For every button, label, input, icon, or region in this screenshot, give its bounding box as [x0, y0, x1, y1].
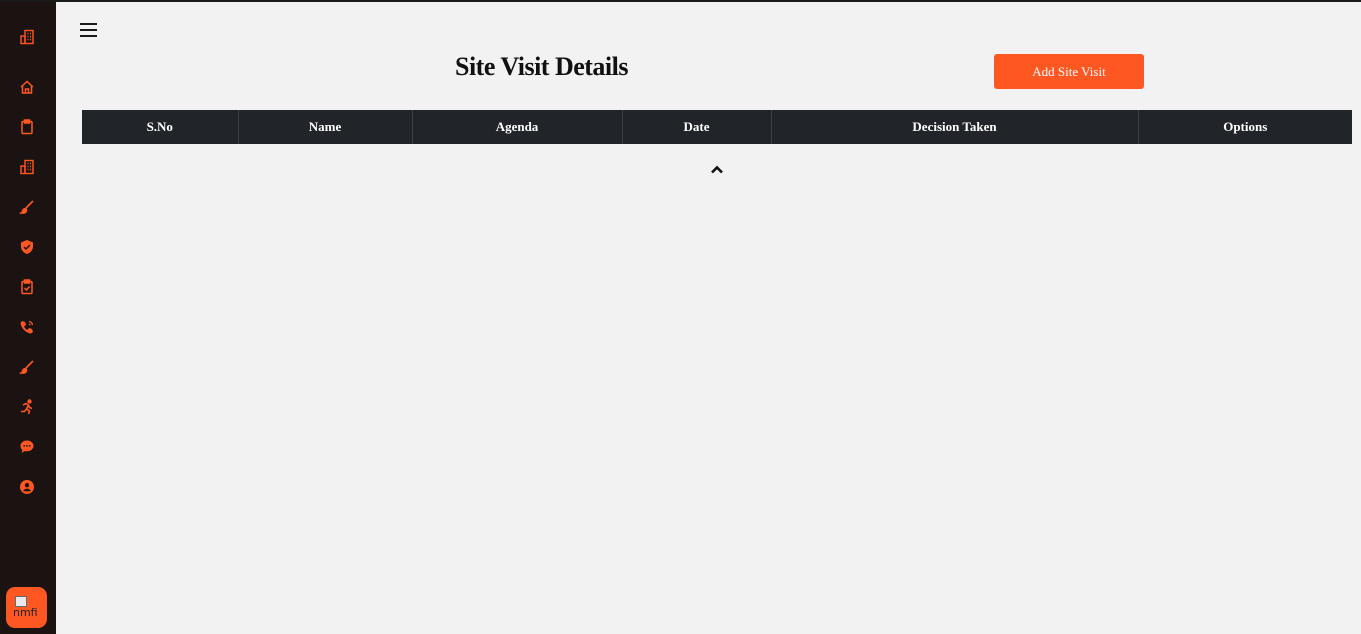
phone-icon[interactable] [18, 318, 36, 336]
shield-check-icon[interactable] [18, 238, 36, 256]
brush-icon[interactable] [18, 358, 36, 376]
clipboard-icon[interactable] [18, 118, 36, 136]
column-header-agenda[interactable]: Agenda [411, 110, 622, 144]
column-header-options[interactable]: Options [1137, 110, 1352, 144]
top-border [0, 0, 1361, 2]
chat-icon[interactable] [18, 438, 36, 456]
column-header-sno[interactable]: S.No [82, 110, 238, 144]
hamburger-menu-icon[interactable] [80, 23, 97, 37]
column-header-decision-taken[interactable]: Decision Taken [770, 110, 1138, 144]
user-avatar[interactable]: nmfi [6, 587, 47, 628]
column-header-name[interactable]: Name [237, 110, 412, 144]
chevron-up-icon[interactable] [709, 162, 725, 174]
home-icon[interactable] [18, 78, 36, 96]
page-title: Site Visit Details [455, 52, 629, 81]
building-icon[interactable] [18, 158, 36, 176]
column-header-date[interactable]: Date [621, 110, 771, 144]
avatar-alt-text: nmfi [13, 606, 38, 619]
clipboard-check-icon[interactable] [18, 278, 36, 296]
table-header-row: S.No Name Agenda Date Decision Taken Opt… [82, 110, 1352, 144]
add-site-visit-button[interactable]: Add Site Visit [994, 54, 1144, 89]
running-person-icon[interactable] [18, 398, 36, 416]
brush-icon[interactable] [18, 198, 36, 216]
site-visit-table: S.No Name Agenda Date Decision Taken Opt… [82, 110, 1352, 144]
user-circle-icon[interactable] [18, 478, 36, 496]
building-logo-icon[interactable] [18, 28, 36, 46]
sidebar: nmfi [0, 2, 56, 634]
